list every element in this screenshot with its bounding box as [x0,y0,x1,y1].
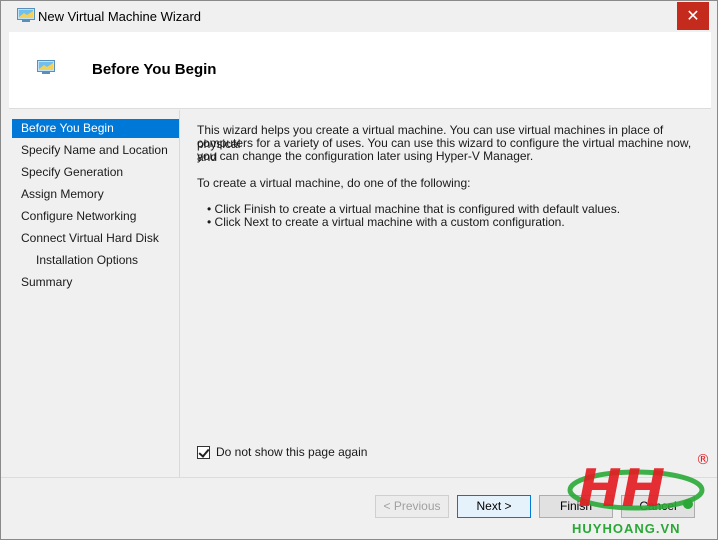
nav-item-summary[interactable]: Summary [12,273,179,292]
do-not-show-again-checkbox[interactable] [197,445,210,459]
nav-item-specify-name-location[interactable]: Specify Name and Location [12,141,179,160]
svg-text:HH: HH [578,459,665,519]
virtual-machine-icon [17,8,35,22]
do-not-show-again-checkbox-row[interactable]: Do not show this page again [197,444,367,460]
instruction-text: To create a virtual machine, do one of t… [197,176,471,190]
watermark-text: HUYHOANG.VN [572,521,681,536]
virtual-machine-icon [37,60,55,74]
wizard-steps-nav: Before You Begin Specify Name and Locati… [9,110,180,477]
intro-line: you can change the configuration later u… [197,149,534,163]
huyhoang-watermark-logo: HH ® HUYHOANG.VN [567,452,710,536]
nav-item-assign-memory[interactable]: Assign Memory [12,185,179,204]
previous-button[interactable]: < Previous [375,495,449,518]
checkbox-label: Do not show this page again [216,445,368,459]
nav-item-connect-virtual-hard-disk[interactable]: Connect Virtual Hard Disk [12,229,179,248]
window-title: New Virtual Machine Wizard [38,9,202,24]
watermark-registered: ® [696,452,710,468]
bullet-next: • Click Next to create a virtual machine… [207,215,565,229]
next-button[interactable]: Next > [457,495,531,518]
nav-item-configure-networking[interactable]: Configure Networking [12,207,179,226]
wizard-content: This wizard helps you create a virtual m… [181,110,711,477]
nav-item-before-you-begin[interactable]: Before You Begin [12,119,179,138]
page-title: Before You Begin [92,61,217,78]
title-bar[interactable]: New Virtual Machine Wizard ✕ [1,1,717,32]
nav-item-specify-generation[interactable]: Specify Generation [12,163,179,182]
nav-item-installation-options[interactable]: Installation Options [12,251,179,270]
close-button[interactable]: ✕ [677,2,709,30]
wizard-header: Before You Begin [9,32,711,109]
